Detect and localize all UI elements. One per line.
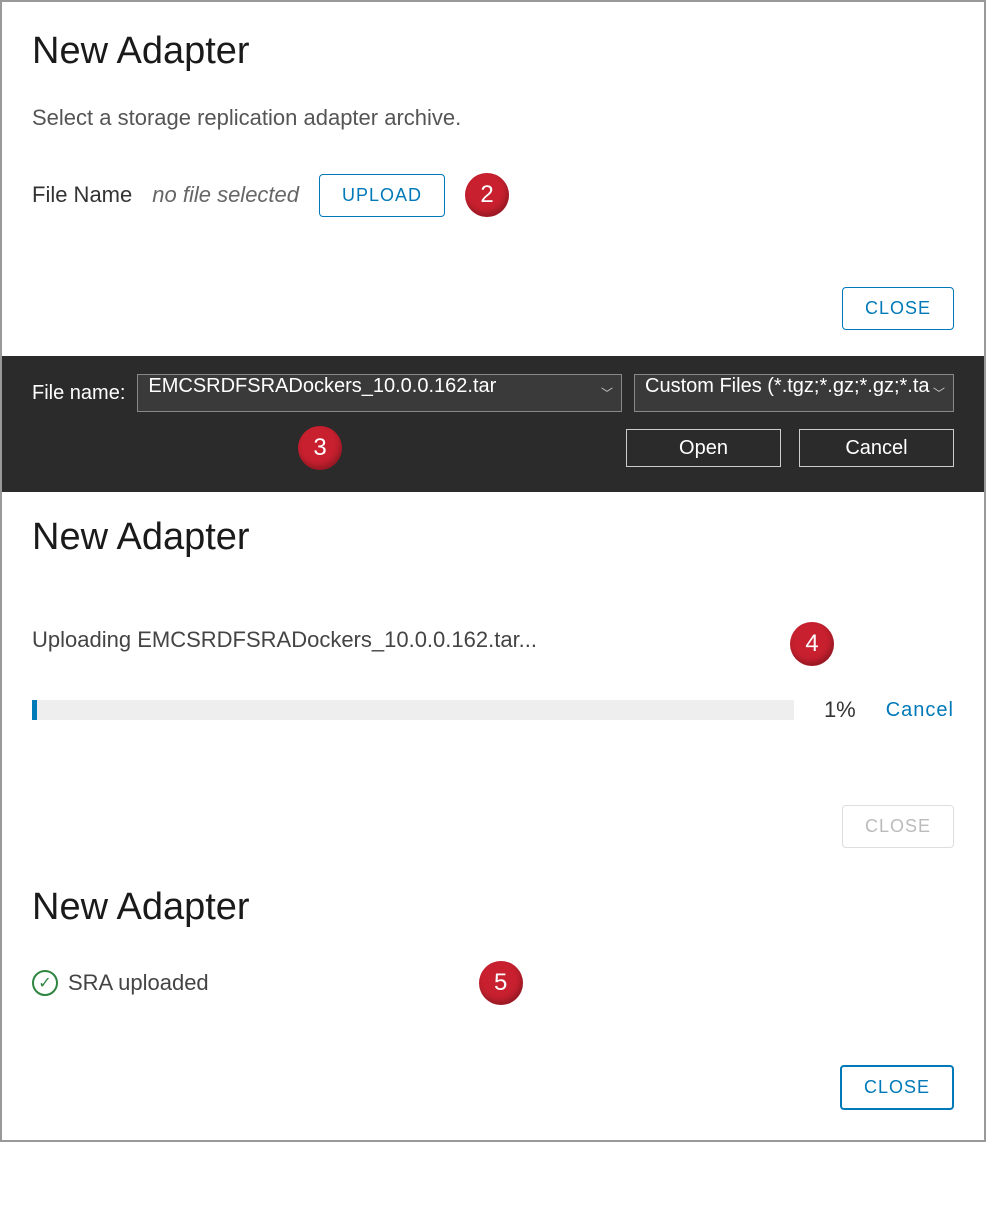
file-name-label: File Name [32,182,132,208]
step-marker-2: 2 [465,173,509,217]
os-file-picker-bar: File name: EMCSRDFSRADockers_10.0.0.162.… [2,356,984,492]
upload-progress-bar [32,700,794,720]
file-type-filter-combobox[interactable]: Custom Files (*.tgz;*.gz;*.gz;*.ta ﹀ [634,374,954,412]
success-check-icon: ✓ [32,970,58,996]
step-marker-5: 5 [479,961,523,1005]
dialog-title: New Adapter [32,886,954,929]
close-button[interactable]: Close [842,287,954,330]
close-button-disabled: Close [842,805,954,848]
dialog-title: New Adapter [32,516,250,559]
open-button[interactable]: Open [626,429,781,467]
cancel-button[interactable]: Cancel [799,429,954,467]
step-marker-3: 3 [298,426,342,470]
no-file-selected-text: no file selected [152,182,299,208]
new-adapter-uploading-panel: New Adapter Uploading EMCSRDFSRADockers_… [2,492,984,805]
dialog-title: New Adapter [32,30,954,73]
close-button[interactable]: Close [840,1065,954,1110]
new-adapter-select-panel: New Adapter Select a storage replication… [2,2,984,287]
file-name-combobox[interactable]: EMCSRDFSRADockers_10.0.0.162.tar ﹀ [137,374,622,412]
cancel-upload-link[interactable]: Cancel [886,699,954,722]
chevron-down-icon: ﹀ [601,385,613,402]
file-name-label: File name: [32,382,125,405]
file-name-value: EMCSRDFSRADockers_10.0.0.162.tar [148,375,496,397]
dialog-subtitle: Select a storage replication adapter arc… [32,105,954,131]
sra-uploaded-text: SRA uploaded [68,970,209,996]
upload-button[interactable]: Upload [319,174,445,217]
new-adapter-done-panel: New Adapter ✓ SRA uploaded 5 Close [2,874,984,1140]
uploading-status-text: Uploading EMCSRDFSRADockers_10.0.0.162.t… [32,627,537,653]
file-type-filter-value: Custom Files (*.tgz;*.gz;*.gz;*.ta [645,375,930,397]
chevron-down-icon: ﹀ [933,385,945,402]
upload-percent: 1% [824,697,856,723]
step-marker-4: 4 [790,622,834,666]
